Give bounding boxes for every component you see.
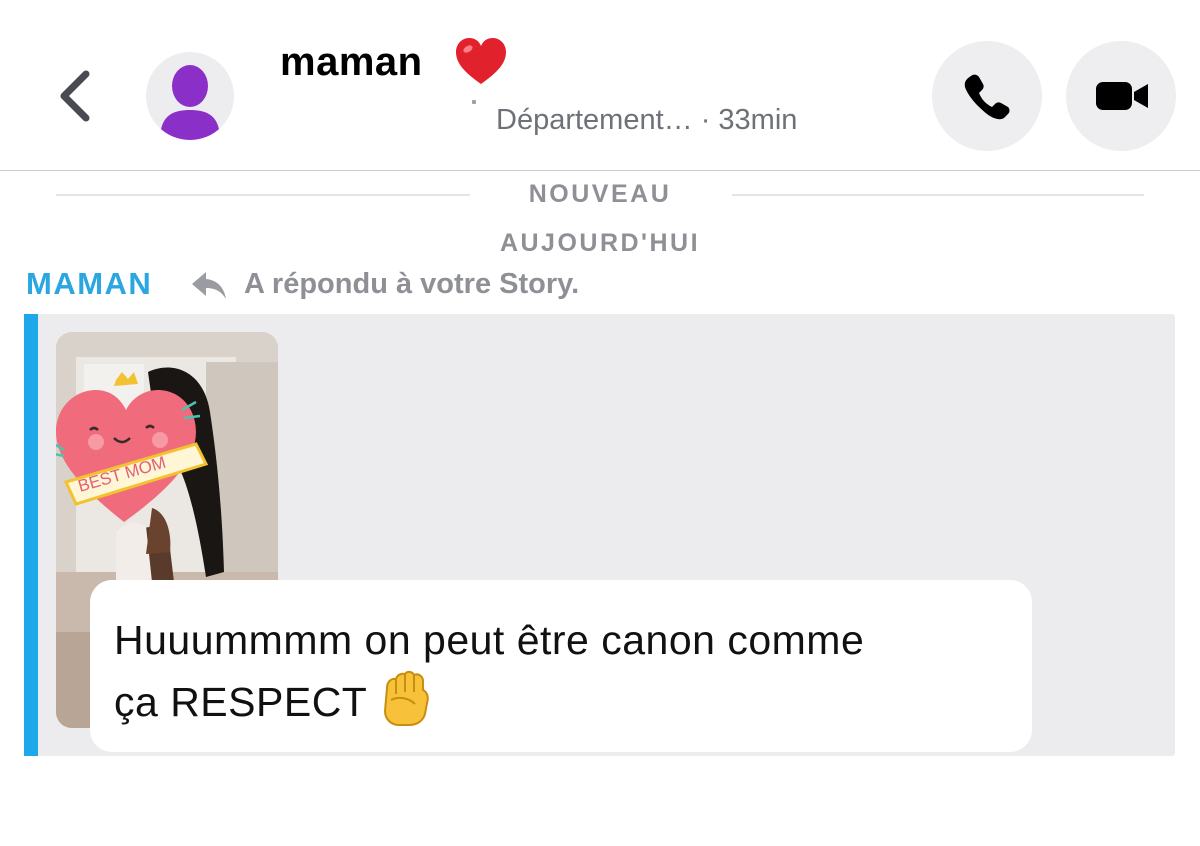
- story-reply-label: A répondu à votre Story.: [244, 268, 580, 300]
- chevron-left-icon: [60, 70, 90, 122]
- back-button[interactable]: [50, 66, 100, 126]
- location-text: Département…: [496, 104, 693, 136]
- sender-name: MAMAN: [26, 266, 153, 301]
- red-heart-icon: [456, 38, 506, 84]
- call-button[interactable]: [932, 41, 1042, 151]
- reply-arrow-icon: [192, 272, 226, 299]
- chat-header: maman Département… · 33min: [0, 0, 1200, 171]
- location-status[interactable]: Département… · 33min: [496, 104, 797, 137]
- message-bubble[interactable]: Huuummmm on peut être canon comme ça RES…: [90, 580, 1032, 752]
- new-messages-divider: NOUVEAU: [528, 180, 672, 208]
- message-line-2: ça RESPECT: [114, 679, 368, 725]
- message-text: Huuummmm on peut être canon comme ça RES…: [114, 610, 1014, 732]
- avatar[interactable]: [146, 52, 234, 140]
- status-dot: [472, 100, 476, 104]
- contact-name[interactable]: maman: [280, 40, 423, 85]
- date-separator: AUJOURD'HUI: [499, 229, 701, 257]
- video-camera-icon: [1096, 82, 1148, 110]
- message-accent-bar: [24, 314, 38, 756]
- phone-icon: [964, 74, 1010, 120]
- message-line-1: Huuummmm on peut être canon comme: [114, 617, 865, 663]
- story-reply-message: BEST MOM Huuummmm on peut être canon com…: [24, 314, 1175, 756]
- raised-fist-icon: [384, 670, 430, 726]
- video-call-button[interactable]: [1066, 41, 1176, 151]
- last-seen-time: · 33min: [692, 104, 798, 136]
- person-silhouette-icon: [160, 65, 220, 140]
